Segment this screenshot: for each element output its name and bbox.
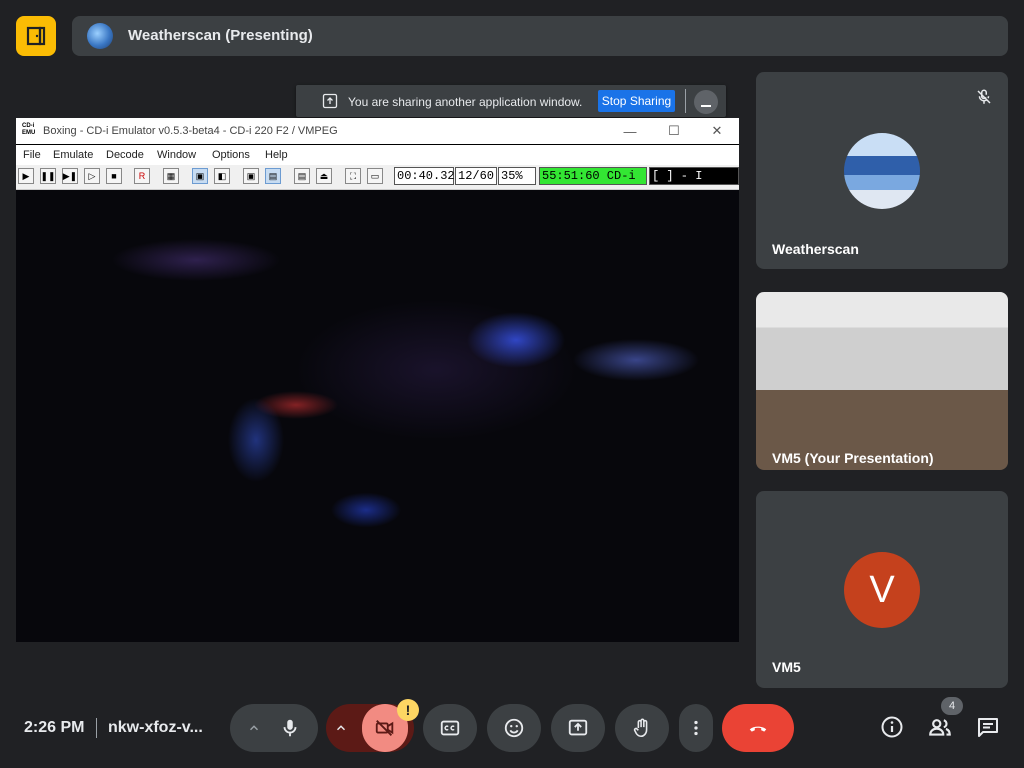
window-minimize-button[interactable]: —: [618, 122, 642, 140]
avatar-initial: V: [869, 568, 895, 611]
camera-off-icon: [375, 720, 394, 736]
menu-decode[interactable]: Decode: [106, 149, 144, 161]
captions-button[interactable]: [423, 704, 477, 752]
chat-button[interactable]: [975, 714, 1001, 740]
banner-divider: [685, 89, 686, 113]
step-forward-icon[interactable]: ▶❚: [62, 168, 78, 184]
chevron-up-icon[interactable]: [247, 721, 261, 735]
menu-help[interactable]: Help: [265, 149, 288, 161]
clock-time: 2:26 PM: [24, 719, 85, 736]
present-now-button[interactable]: [551, 704, 605, 752]
emulator-window-title: Boxing - CD-i Emulator v0.5.3-beta4 - CD…: [43, 125, 338, 137]
sharing-message: You are sharing another application wind…: [348, 95, 583, 109]
camera-warning-badge: !: [397, 699, 419, 721]
menu-emulate[interactable]: Emulate: [53, 149, 93, 161]
speed-percent: 35%: [498, 167, 536, 185]
presenter-title: Weatherscan (Presenting): [128, 27, 313, 44]
minimize-banner-button[interactable]: [694, 90, 718, 114]
bottom-divider: [96, 718, 97, 738]
raise-hand-button[interactable]: [615, 704, 669, 752]
stop-sharing-button[interactable]: Stop Sharing: [598, 90, 675, 112]
more-vertical-icon: [694, 720, 698, 736]
window-close-button[interactable]: ✕: [705, 122, 729, 140]
frame-counter: 12/60: [455, 167, 497, 185]
vm5-avatar: V: [844, 552, 920, 628]
emoji-icon: [504, 718, 524, 738]
info-icon: [881, 716, 903, 738]
reactions-button[interactable]: [487, 704, 541, 752]
pause-icon[interactable]: ❚❚: [40, 168, 56, 184]
stop-icon[interactable]: ■: [106, 168, 122, 184]
presentation-name: VM5 (Your Presentation): [772, 450, 934, 466]
eject-icon[interactable]: ⏏: [316, 168, 332, 184]
people-button[interactable]: [927, 714, 953, 740]
capture-icon[interactable]: ▣: [243, 168, 259, 184]
hand-icon: [633, 718, 648, 738]
chevron-up-icon[interactable]: [334, 721, 348, 735]
presenter-avatar: [87, 23, 113, 49]
window-mode-icon[interactable]: ▭: [367, 168, 383, 184]
hang-up-icon: [749, 726, 767, 732]
meeting-code[interactable]: nkw-xfoz-v...: [108, 719, 203, 737]
closed-captions-icon: [440, 720, 460, 736]
play-icon[interactable]: ▶: [18, 168, 34, 184]
door-logo-icon: [26, 26, 46, 46]
people-icon: [929, 719, 951, 736]
time-counter: 00:40.32: [394, 167, 455, 185]
more-options-button[interactable]: [679, 704, 713, 752]
menu-options[interactable]: Options: [212, 149, 250, 161]
microphone-control[interactable]: [230, 704, 318, 752]
chat-icon: [978, 718, 998, 737]
participant-name: Weatherscan: [772, 241, 859, 257]
status-indicator: 55:51:60 CD-i: [539, 167, 647, 185]
audio-icon[interactable]: ◧: [214, 168, 230, 184]
window-maximize-button[interactable]: ☐: [662, 122, 686, 140]
view-mode-1-icon[interactable]: ▣: [192, 168, 208, 184]
microphone-icon[interactable]: [279, 717, 301, 739]
meeting-details-button[interactable]: [879, 714, 905, 740]
save-icon[interactable]: ▤: [294, 168, 310, 184]
present-screen-icon: [568, 719, 588, 736]
extra-indicator: [ ] - I: [649, 167, 739, 185]
leave-call-button[interactable]: [722, 704, 794, 752]
frame-advance-icon[interactable]: ▷: [84, 168, 100, 184]
menu-file[interactable]: File: [23, 149, 41, 161]
fullscreen-icon[interactable]: ⛶: [345, 168, 361, 184]
menu-window[interactable]: Window: [157, 149, 196, 161]
participant-count-badge: 4: [941, 697, 963, 715]
record-icon[interactable]: R: [134, 168, 150, 184]
presentation-preview-tile[interactable]: [756, 292, 1008, 470]
present-screen-icon: [322, 93, 338, 109]
mic-off-icon: [977, 89, 991, 104]
weatherscan-avatar: [844, 133, 920, 209]
emulator-video-output: [16, 190, 739, 642]
meet-app-logo: [16, 16, 56, 56]
emulator-logo: CD-i EMU: [22, 123, 36, 136]
view-mode-2-icon[interactable]: ▤: [265, 168, 281, 184]
participant-name: VM5: [772, 659, 801, 675]
minimize-icon: [701, 105, 711, 107]
grid-icon[interactable]: ▦: [163, 168, 179, 184]
